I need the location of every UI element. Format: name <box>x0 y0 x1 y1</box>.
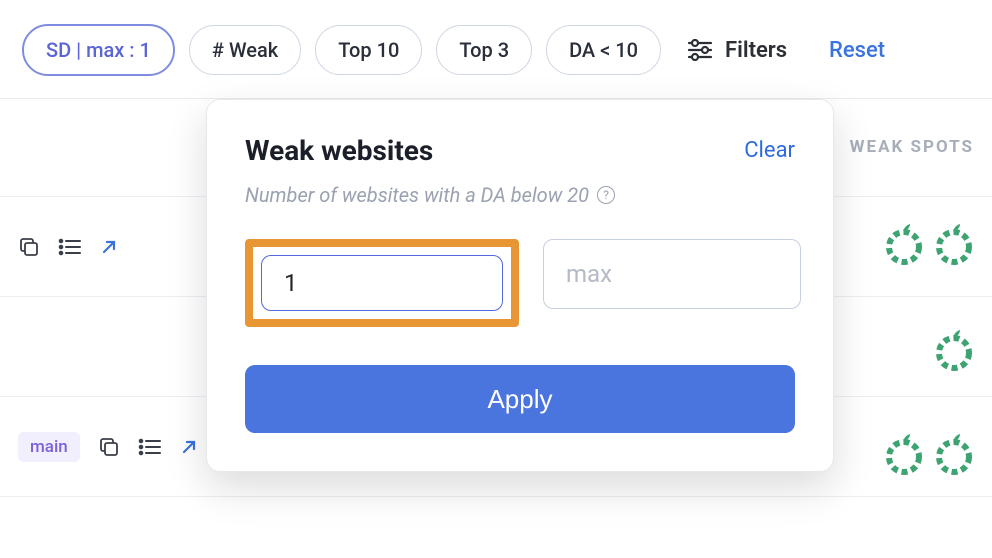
column-header-weak-spots: WEAK SPOTS <box>850 137 974 157</box>
fruit-icon <box>884 431 924 479</box>
help-icon[interactable]: ? <box>597 186 615 204</box>
fruit-icon <box>934 431 974 479</box>
reset-link[interactable]: Reset <box>829 38 885 63</box>
clear-link[interactable]: Clear <box>744 138 795 163</box>
min-highlight <box>245 239 519 327</box>
apply-button[interactable]: Apply <box>245 365 795 433</box>
weak-filter-popover: Weak websites Clear Number of websites w… <box>206 99 834 472</box>
filter-pill-da[interactable]: DA < 10 <box>546 25 661 75</box>
filter-pill-top10[interactable]: Top 10 <box>315 25 422 75</box>
table-area: WEAK SPOTS main <box>0 98 992 558</box>
min-input[interactable] <box>261 255 503 311</box>
list-icon[interactable] <box>58 237 82 257</box>
copy-icon[interactable] <box>18 236 40 258</box>
copy-icon[interactable] <box>98 436 120 458</box>
popover-subtitle: Number of websites with a DA below 20 <box>245 183 589 207</box>
max-input[interactable] <box>543 239 801 309</box>
filters-button[interactable]: Filters <box>687 38 787 63</box>
fruit-icon <box>934 327 974 375</box>
filter-pill-sd-max[interactable]: SD | max : 1 <box>22 24 175 76</box>
popover-title: Weak websites <box>245 134 433 167</box>
filter-bar: SD | max : 1 # Weak Top 10 Top 3 DA < 10… <box>0 0 992 98</box>
fruit-icon <box>884 221 924 269</box>
fruit-icon <box>934 221 974 269</box>
filter-pill-weak[interactable]: # Weak <box>189 25 301 75</box>
filter-pill-top3[interactable]: Top 3 <box>436 25 532 75</box>
open-icon[interactable] <box>180 438 198 456</box>
open-icon[interactable] <box>100 238 118 256</box>
list-icon[interactable] <box>138 437 162 457</box>
row-tag[interactable]: main <box>18 432 80 462</box>
filters-label: Filters <box>725 38 787 63</box>
sliders-icon <box>687 39 713 61</box>
